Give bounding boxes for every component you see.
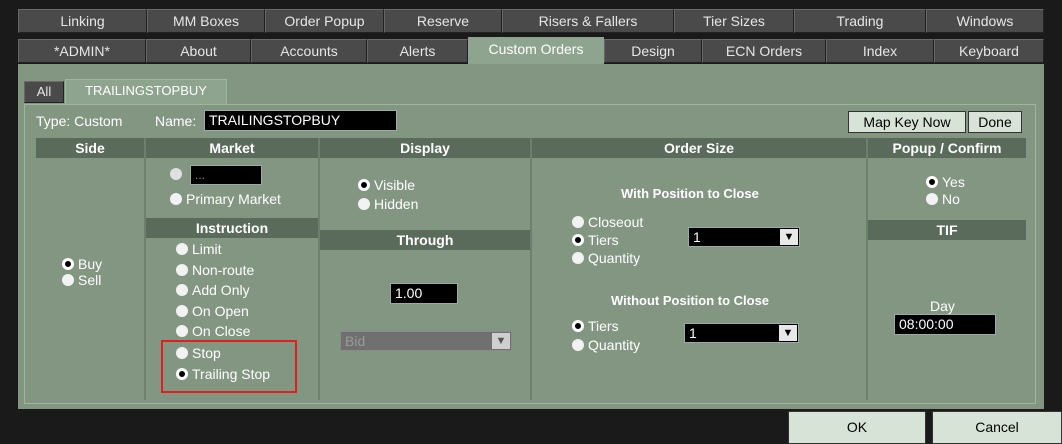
tab-alerts[interactable]: Alerts xyxy=(367,39,468,63)
through-select[interactable]: Bid ▼ xyxy=(340,331,512,351)
tab-linking[interactable]: Linking xyxy=(18,9,147,33)
tab-about[interactable]: About xyxy=(146,39,251,63)
tab-windows[interactable]: Windows xyxy=(926,9,1044,33)
tif-day-label: Day xyxy=(930,298,955,314)
instruction-add-only-radio[interactable]: Add Only xyxy=(176,282,250,298)
with-quantity-radio[interactable]: Quantity xyxy=(572,250,640,266)
radio-icon xyxy=(176,305,188,317)
display-visible-radio[interactable]: Visible xyxy=(358,177,415,193)
subtab-all[interactable]: All xyxy=(24,81,64,103)
radio-icon xyxy=(926,193,938,205)
header-popup-confirm: Popup / Confirm xyxy=(868,138,1026,158)
without-tiers-radio[interactable]: Tiers xyxy=(572,318,619,334)
highlight-box xyxy=(161,340,297,393)
with-tiers-radio[interactable]: Tiers xyxy=(572,232,619,248)
through-value-field[interactable]: 1.00 xyxy=(390,283,458,304)
without-quantity-radio[interactable]: Quantity xyxy=(572,337,640,353)
without-position-title: Without Position to Close xyxy=(611,293,770,308)
display-hidden-radio[interactable]: Hidden xyxy=(358,196,418,212)
radio-icon xyxy=(572,216,584,228)
chevron-down-icon: ▼ xyxy=(779,325,797,341)
radio-selected-icon xyxy=(572,320,584,332)
column-divider xyxy=(530,138,532,400)
cancel-button[interactable]: Cancel xyxy=(932,411,1062,444)
tab-mm-boxes[interactable]: MM Boxes xyxy=(147,9,265,33)
map-key-now-button[interactable]: Map Key Now xyxy=(848,111,966,133)
header-instruction: Instruction xyxy=(146,218,318,238)
ok-button[interactable]: OK xyxy=(788,411,926,444)
subtab-trailingstopbuy[interactable]: TRAILINGSTOPBUY xyxy=(65,79,227,105)
radio-selected-icon xyxy=(62,258,74,270)
tab-index[interactable]: Index xyxy=(826,39,934,63)
header-order-size: Order Size xyxy=(532,138,866,158)
radio-icon xyxy=(62,274,74,286)
radio-icon xyxy=(358,198,370,210)
column-divider xyxy=(144,138,146,400)
tab-tier-sizes[interactable]: Tier Sizes xyxy=(674,9,794,33)
header-through: Through xyxy=(320,230,530,250)
with-closeout-radio[interactable]: Closeout xyxy=(572,214,643,230)
name-label: Name: xyxy=(155,113,197,129)
tif-time-field[interactable]: 08:00:00 xyxy=(894,314,996,335)
tab-ecn-orders[interactable]: ECN Orders xyxy=(702,39,826,63)
popup-no-radio[interactable]: No xyxy=(926,191,960,207)
done-button[interactable]: Done xyxy=(968,111,1022,133)
tab-admin[interactable]: *ADMIN* xyxy=(18,39,146,63)
header-market: Market xyxy=(146,138,318,158)
tab-trading[interactable]: Trading xyxy=(794,9,926,33)
tab-keyboard[interactable]: Keyboard xyxy=(934,39,1044,63)
popup-yes-radio[interactable]: Yes xyxy=(926,174,965,190)
with-position-title: With Position to Close xyxy=(621,186,759,201)
with-tier-select[interactable]: 1 ▼ xyxy=(688,227,800,247)
radio-icon xyxy=(572,252,584,264)
tab-accounts[interactable]: Accounts xyxy=(251,39,367,63)
radio-icon xyxy=(176,243,188,255)
radio-icon xyxy=(176,325,188,337)
market-custom-radio[interactable] xyxy=(170,168,186,180)
side-buy-radio[interactable]: Buy xyxy=(62,256,102,272)
instruction-on-open-radio[interactable]: On Open xyxy=(176,303,249,319)
radio-selected-icon xyxy=(358,179,370,191)
market-primary-radio[interactable]: Primary Market xyxy=(170,191,281,207)
tab-custom-orders[interactable]: Custom Orders xyxy=(468,37,604,65)
type-label: Type: Custom xyxy=(36,113,123,129)
radio-icon xyxy=(170,193,182,205)
tab-design[interactable]: Design xyxy=(604,39,702,63)
instruction-non-route-radio[interactable]: Non-route xyxy=(176,262,254,278)
radio-icon xyxy=(170,168,182,180)
header-tif: TIF xyxy=(868,220,1026,240)
name-field[interactable]: TRAILINGSTOPBUY xyxy=(204,110,397,131)
radio-icon xyxy=(176,284,188,296)
side-sell-radio[interactable]: Sell xyxy=(62,272,101,288)
instruction-limit-radio[interactable]: Limit xyxy=(176,241,222,257)
tab-reserve[interactable]: Reserve xyxy=(384,9,502,33)
tab-order-popup[interactable]: Order Popup xyxy=(265,9,384,33)
radio-icon xyxy=(176,264,188,276)
header-display: Display xyxy=(320,138,530,158)
without-tier-select[interactable]: 1 ▼ xyxy=(684,323,799,343)
header-side: Side xyxy=(36,138,144,158)
chevron-down-icon: ▼ xyxy=(492,333,510,349)
radio-selected-icon xyxy=(926,176,938,188)
chevron-down-icon: ▼ xyxy=(780,229,798,245)
radio-icon xyxy=(572,339,584,351)
column-divider xyxy=(866,138,868,400)
market-field[interactable]: ... xyxy=(190,165,262,185)
tab-risers-fallers[interactable]: Risers & Fallers xyxy=(502,9,674,33)
radio-selected-icon xyxy=(572,234,584,246)
instruction-on-close-radio[interactable]: On Close xyxy=(176,323,250,339)
column-divider xyxy=(318,138,320,400)
